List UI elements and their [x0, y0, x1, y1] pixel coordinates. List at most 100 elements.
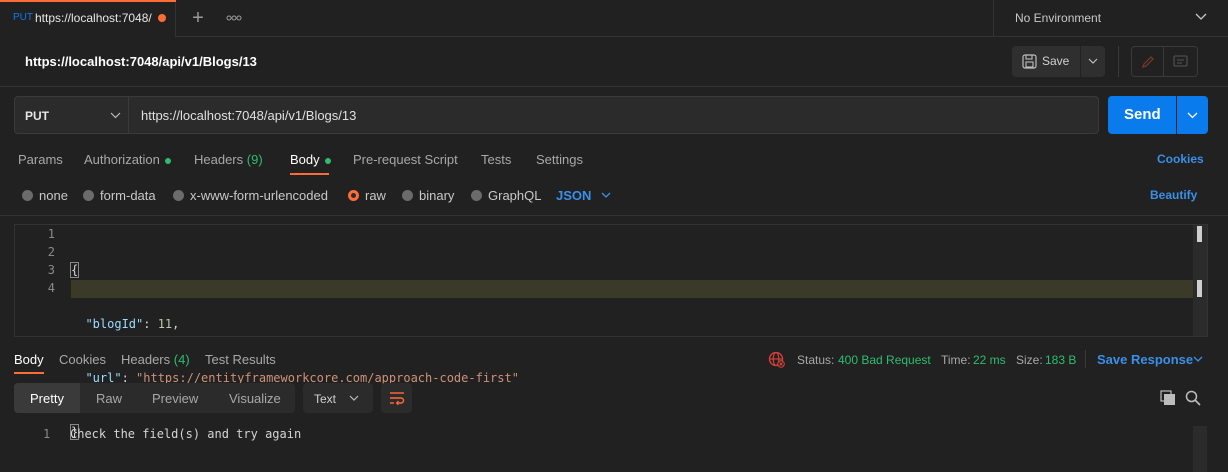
active-tab-indicator [0, 0, 176, 2]
radio-urlencoded-label: x-www-form-urlencoded [190, 188, 328, 203]
editor-scrollbar[interactable] [1193, 225, 1207, 336]
format-select[interactable]: JSON [556, 188, 591, 203]
tab-method: PUT [13, 12, 33, 23]
radio-raw[interactable]: raw [348, 188, 386, 203]
tab-prerequest-script[interactable]: Pre-request Script [353, 152, 458, 167]
radio-binary-label: binary [419, 188, 455, 203]
time-value[interactable]: 22 ms [973, 353, 1006, 367]
new-tab-button[interactable]: + [188, 8, 208, 28]
json-colon: : [143, 317, 158, 331]
response-headers-label: Headers [121, 352, 171, 367]
response-tab-headers[interactable]: Headers (4) [121, 352, 190, 367]
view-visualize-button[interactable]: Visualize [229, 391, 281, 406]
response-active-underline [14, 372, 44, 374]
line-number: 4 [47, 281, 55, 295]
json-key: "blogId" [85, 317, 144, 331]
radio-circle [471, 190, 482, 201]
beautify-link[interactable]: Beautify [1150, 188, 1197, 202]
cursor-marker [1197, 280, 1202, 297]
tab-authorization-label: Authorization [84, 152, 160, 167]
chevron-down-icon [1195, 13, 1207, 21]
editor-top-border [0, 215, 1228, 216]
more-tabs-icon[interactable] [226, 14, 242, 22]
status-dot [164, 157, 171, 164]
comments-button[interactable] [1164, 46, 1198, 77]
tab-headers[interactable]: Headers (9) [194, 152, 263, 167]
line-number: 3 [47, 263, 55, 277]
unsaved-dot [158, 14, 166, 22]
view-pretty-button[interactable]: Pretty [14, 383, 80, 413]
status-divider [1085, 350, 1086, 368]
wrap-lines-button[interactable] [381, 383, 412, 413]
size-value[interactable]: 183 B [1045, 353, 1076, 367]
tab-authorization[interactable]: Authorization [84, 152, 171, 167]
response-scrollbar[interactable] [1193, 426, 1207, 472]
chevron-down-icon [1187, 112, 1198, 119]
chevron-down-icon[interactable] [1193, 356, 1203, 363]
response-tab-body[interactable]: Body [14, 352, 44, 367]
radio-circle-selected [348, 190, 359, 201]
toolbar-divider [1118, 46, 1119, 77]
response-format-select[interactable]: Text [303, 383, 373, 413]
radio-binary[interactable]: binary [402, 188, 454, 203]
send-label: Send [1124, 106, 1161, 123]
chevron-down-icon [349, 395, 359, 402]
method-label: PUT [25, 109, 49, 123]
view-raw-button[interactable]: Raw [96, 391, 122, 406]
save-button[interactable]: Save [1012, 46, 1080, 77]
tab-body[interactable]: Body [290, 152, 331, 167]
radio-circle [173, 190, 184, 201]
title-divider [0, 86, 1228, 87]
edit-button[interactable] [1131, 46, 1164, 77]
radio-circle [22, 190, 33, 201]
send-options-button[interactable] [1177, 96, 1208, 134]
save-icon [1022, 54, 1037, 69]
cookies-link[interactable]: Cookies [1157, 152, 1204, 166]
line-number: 2 [47, 245, 55, 259]
environment-selector[interactable]: No Environment [993, 0, 1228, 37]
radio-urlencoded[interactable]: x-www-form-urlencoded [173, 188, 328, 203]
url-input[interactable]: https://localhost:7048/api/v1/Blogs/13 [129, 96, 1099, 134]
response-line-number: 1 [43, 427, 51, 441]
radio-form-data-label: form-data [100, 188, 156, 203]
method-select[interactable]: PUT [14, 96, 129, 134]
response-tab-cookies[interactable]: Cookies [59, 352, 106, 367]
tab-headers-label: Headers [194, 152, 244, 167]
pencil-icon [1141, 55, 1155, 69]
save-options-button[interactable] [1081, 46, 1105, 77]
radio-none[interactable]: none [22, 188, 68, 203]
tab-tests[interactable]: Tests [481, 152, 511, 167]
search-icon[interactable] [1185, 390, 1201, 406]
active-tab-underline [290, 173, 329, 175]
response-body-text: Check the field(s) and try again [70, 427, 302, 441]
status-label: Status: [797, 353, 835, 367]
scroll-thumb[interactable] [1197, 226, 1202, 242]
radio-none-label: none [39, 188, 68, 203]
status-value[interactable]: 400 Bad Request [838, 353, 931, 367]
send-button[interactable]: Send [1108, 96, 1176, 134]
environment-label: No Environment [1015, 11, 1102, 25]
response-tab-test-results[interactable]: Test Results [205, 352, 276, 367]
chevron-down-icon[interactable] [601, 192, 611, 199]
radio-graphql[interactable]: GraphQL [471, 188, 541, 203]
save-response-button[interactable]: Save Response [1097, 352, 1193, 367]
globe-error-icon[interactable] [768, 351, 785, 368]
radio-form-data[interactable]: form-data [83, 188, 156, 203]
json-comma: , [172, 317, 180, 331]
view-preview-button[interactable]: Preview [152, 391, 198, 406]
request-tab[interactable]: PUT https://localhost:7048/ [0, 0, 176, 37]
wrap-lines-icon [389, 391, 405, 405]
code-editor[interactable]: 1 2 3 4 { "blogId": 11, "url": "https://… [14, 224, 1208, 440]
radio-graphql-label: GraphQL [488, 188, 542, 203]
radio-circle [402, 190, 413, 201]
tab-settings[interactable]: Settings [536, 152, 583, 167]
code-line: "blogId": 11, [71, 315, 519, 333]
response-format-label: Text [314, 392, 337, 406]
radio-circle [83, 190, 94, 201]
tab-params[interactable]: Params [18, 152, 63, 167]
chevron-down-icon [110, 112, 121, 119]
chevron-down-icon [1088, 58, 1098, 65]
save-label: Save [1042, 54, 1070, 68]
url-text: https://localhost:7048/api/v1/Blogs/13 [141, 108, 357, 123]
copy-icon[interactable] [1160, 390, 1176, 406]
